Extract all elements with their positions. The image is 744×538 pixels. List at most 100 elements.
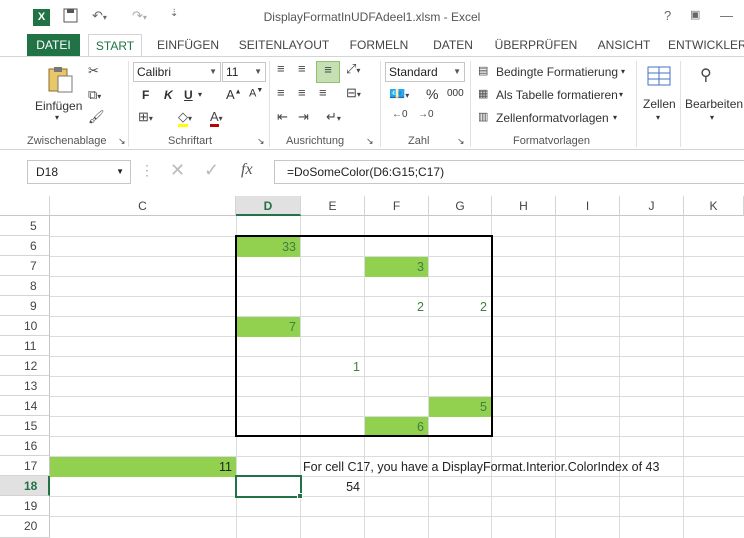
cell-e17[interactable]: For cell C17, you have a DisplayFormat.I… bbox=[303, 457, 743, 477]
tab-ansicht[interactable]: ANSICHT bbox=[592, 34, 656, 56]
tab-start[interactable]: START bbox=[88, 34, 142, 56]
cancel-icon[interactable]: ✕ bbox=[170, 160, 185, 181]
font-color-icon[interactable]: A▾ bbox=[210, 109, 223, 127]
italic-button[interactable]: K bbox=[164, 88, 173, 102]
percent-button[interactable]: % bbox=[426, 86, 438, 102]
minimize-icon[interactable]: — bbox=[720, 8, 733, 23]
ribbon-display-icon[interactable]: ▣ bbox=[690, 8, 700, 21]
border-icon[interactable]: ⊞▾ bbox=[138, 109, 153, 125]
alignment-launcher-icon[interactable]: ↘ bbox=[366, 136, 374, 147]
decrease-decimal-icon[interactable]: →0 bbox=[418, 109, 434, 120]
row-header-15[interactable]: 15 bbox=[0, 416, 50, 436]
fill-color-icon[interactable]: ◇▾ bbox=[178, 109, 192, 127]
cells-button[interactable]: Zellen bbox=[643, 97, 676, 111]
paste-icon[interactable] bbox=[44, 65, 76, 95]
format-as-table-button[interactable]: Als Tabelle formatieren bbox=[496, 88, 618, 102]
column-header-g[interactable]: G bbox=[429, 196, 492, 216]
align-top-icon[interactable]: ≡ bbox=[277, 61, 285, 76]
grow-font-icon[interactable]: A▲ bbox=[226, 87, 242, 102]
tab-daten[interactable]: DATEN bbox=[426, 34, 480, 56]
fill-handle[interactable] bbox=[297, 493, 303, 499]
row-header-18[interactable]: 18 bbox=[0, 476, 50, 496]
row-header-10[interactable]: 10 bbox=[0, 316, 50, 336]
paste-dropdown-icon[interactable]: ▾ bbox=[55, 113, 59, 122]
merge-center-icon[interactable]: ⊟▾ bbox=[346, 85, 361, 101]
font-size-select[interactable]: 11 ▼ bbox=[222, 62, 266, 82]
cell-e18[interactable]: 54 bbox=[301, 477, 364, 497]
currency-icon[interactable]: 💶▾ bbox=[389, 86, 409, 102]
font-name-select[interactable]: Calibri ▼ bbox=[133, 62, 221, 82]
tab-einfuegen[interactable]: EINFÜGEN bbox=[152, 34, 224, 56]
increase-indent-icon[interactable]: ⇥ bbox=[298, 109, 309, 125]
row-header-9[interactable]: 9 bbox=[0, 296, 50, 316]
number-format-select[interactable]: Standard ▼ bbox=[385, 62, 465, 82]
align-left-icon[interactable]: ≡ bbox=[277, 85, 285, 100]
edit-button[interactable]: Bearbeiten bbox=[685, 97, 743, 111]
decrease-indent-icon[interactable]: ⇤ bbox=[277, 109, 288, 125]
name-box[interactable]: D18 ▼ bbox=[27, 160, 131, 184]
row-header-20[interactable]: 20 bbox=[0, 516, 50, 538]
column-header-d[interactable]: D bbox=[236, 196, 301, 216]
orientation-icon[interactable]: ⤢▾ bbox=[346, 61, 360, 77]
thousands-button[interactable]: 000 bbox=[447, 88, 464, 99]
align-center-icon[interactable]: ≡ bbox=[298, 85, 306, 100]
column-header-c[interactable]: C bbox=[50, 196, 236, 216]
chevron-down-icon: ▾ bbox=[656, 113, 661, 122]
wrap-text-icon[interactable]: ↵▾ bbox=[326, 109, 341, 125]
cell-styles-button[interactable]: Zellenformatvorlagen bbox=[496, 111, 609, 125]
row-header-8[interactable]: 8 bbox=[0, 276, 50, 296]
range-border bbox=[235, 235, 493, 437]
insert-function-button[interactable]: fx bbox=[241, 161, 253, 179]
formula-input[interactable]: =DoSomeColor(D6:G15;C17) bbox=[274, 160, 744, 184]
align-middle-icon[interactable]: ≡ bbox=[298, 61, 306, 76]
align-bottom-icon[interactable]: ≡ bbox=[316, 61, 340, 83]
column-header-k[interactable]: K bbox=[684, 196, 744, 216]
tab-datei[interactable]: DATEI bbox=[27, 34, 80, 56]
clipboard-group-label: Zwischenablage bbox=[27, 135, 107, 147]
column-header-h[interactable]: H bbox=[492, 196, 556, 216]
shrink-font-icon[interactable]: A▼ bbox=[249, 87, 263, 100]
font-launcher-icon[interactable]: ↘ bbox=[257, 136, 265, 147]
active-cell-d18[interactable] bbox=[235, 475, 302, 498]
tab-ueberpruefen[interactable]: ÜBERPRÜFEN bbox=[492, 34, 580, 56]
clipboard-launcher-icon[interactable]: ↘ bbox=[118, 136, 126, 147]
conditional-format-button[interactable]: Bedingte Formatierung bbox=[496, 65, 618, 79]
chevron-down-icon: ▾ bbox=[710, 113, 715, 122]
row-header-14[interactable]: 14 bbox=[0, 396, 50, 416]
row-header-5[interactable]: 5 bbox=[0, 216, 50, 236]
column-header-e[interactable]: E bbox=[301, 196, 365, 216]
row-header-7[interactable]: 7 bbox=[0, 256, 50, 276]
row-header-12[interactable]: 12 bbox=[0, 356, 50, 376]
tab-entwickler[interactable]: ENTWICKLER bbox=[668, 34, 744, 56]
cell-c17[interactable]: 11 bbox=[50, 457, 236, 477]
bold-button[interactable]: F bbox=[142, 88, 149, 102]
tab-formeln[interactable]: FORMELN bbox=[344, 34, 414, 56]
select-all-corner[interactable] bbox=[0, 196, 50, 216]
row-header-13[interactable]: 13 bbox=[0, 376, 50, 396]
underline-button[interactable]: U bbox=[184, 88, 193, 102]
row-header-17[interactable]: 17 bbox=[0, 456, 50, 476]
column-header-j[interactable]: J bbox=[620, 196, 684, 216]
cut-icon[interactable]: ✂ bbox=[88, 63, 99, 79]
format-as-table-icon[interactable]: ▦ bbox=[478, 87, 488, 100]
row-header-11[interactable]: 11 bbox=[0, 336, 50, 356]
paste-button[interactable]: Einfügen bbox=[35, 99, 82, 113]
column-header-f[interactable]: F bbox=[365, 196, 429, 216]
row-header-6[interactable]: 6 bbox=[0, 236, 50, 256]
column-header-i[interactable]: I bbox=[556, 196, 620, 216]
conditional-format-icon[interactable]: ▤ bbox=[478, 64, 488, 77]
binoculars-icon[interactable]: ⚲ bbox=[700, 65, 712, 85]
increase-decimal-icon[interactable]: ←0 bbox=[392, 109, 408, 120]
cells-icon[interactable] bbox=[645, 63, 673, 91]
cell-styles-icon[interactable]: ▥ bbox=[478, 110, 488, 123]
underline-dropdown-icon[interactable]: ▾ bbox=[198, 90, 202, 99]
row-header-16[interactable]: 16 bbox=[0, 436, 50, 456]
align-right-icon[interactable]: ≡ bbox=[319, 85, 327, 100]
tab-seitenlayout[interactable]: SEITENLAYOUT bbox=[236, 34, 332, 56]
enter-icon[interactable]: ✓ bbox=[204, 160, 219, 181]
number-launcher-icon[interactable]: ↘ bbox=[457, 136, 465, 147]
format-painter-icon[interactable]: 🖌 bbox=[88, 109, 105, 125]
copy-icon[interactable]: ⧉▾ bbox=[88, 87, 101, 103]
row-header-19[interactable]: 19 bbox=[0, 496, 50, 516]
help-button[interactable]: ? bbox=[664, 8, 671, 23]
